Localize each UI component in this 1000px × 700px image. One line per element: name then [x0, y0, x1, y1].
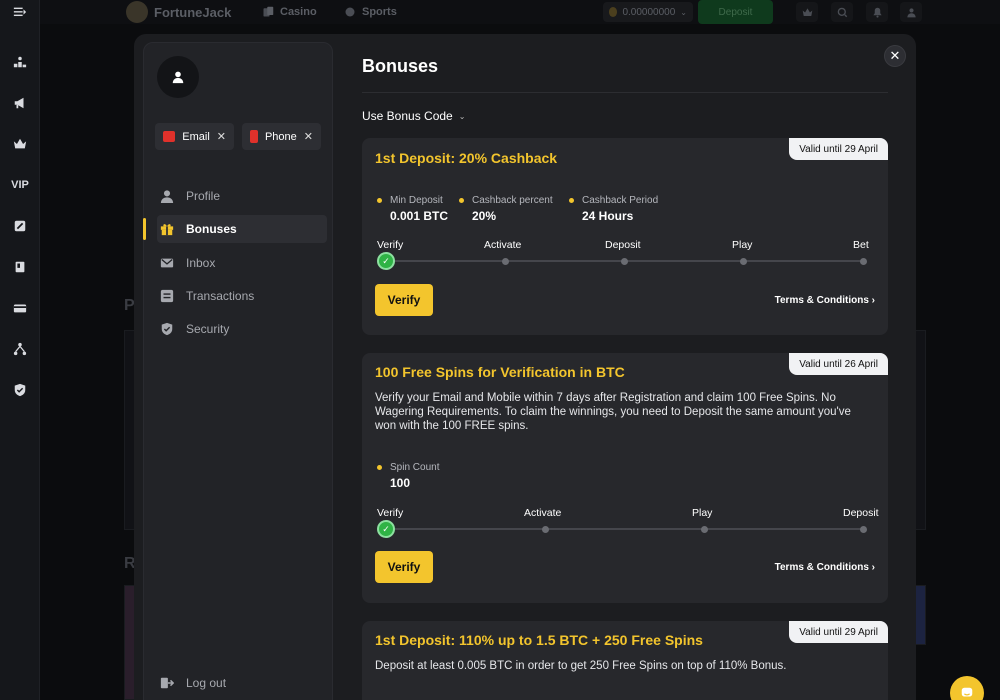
- bonus-code-toggle[interactable]: Use Bonus Code ⌄: [362, 109, 465, 123]
- crown-icon[interactable]: [0, 132, 40, 156]
- bonus-description: Verify your Email and Mobile within 7 da…: [375, 392, 851, 432]
- bullet-icon: [377, 198, 382, 203]
- unverified-x-icon: ✕: [303, 131, 313, 143]
- fairness-shield-icon[interactable]: [0, 378, 40, 402]
- shield-icon: [161, 322, 173, 336]
- deposit-button[interactable]: Deposit: [698, 0, 773, 24]
- live-chat-button[interactable]: [950, 676, 984, 700]
- bonus-title: 1st Deposit: 20% Cashback: [375, 150, 558, 166]
- avatar[interactable]: [157, 56, 199, 98]
- email-icon: [163, 131, 176, 142]
- bonus-card-cashback: Valid until 29 April 1st Deposit: 20% Ca…: [362, 138, 888, 335]
- chevron-down-icon: ⌄: [680, 7, 687, 17]
- topbar: FortuneJack Casino Sports 0.00000000 ⌄ D…: [40, 0, 1000, 24]
- progress-track: [386, 528, 864, 530]
- step-dot: [502, 258, 509, 265]
- validity-badge: Valid until 26 April: [789, 353, 888, 375]
- step-dot: [542, 526, 549, 533]
- bonus-card-free-spins: Valid until 26 April 100 Free Spins for …: [362, 353, 888, 603]
- search-icon[interactable]: [831, 2, 853, 22]
- gift-icon: [160, 224, 174, 236]
- crown-top-icon[interactable]: [796, 2, 818, 22]
- book-icon[interactable]: [0, 255, 40, 279]
- user-icon: [160, 190, 174, 203]
- promotions-icon[interactable]: [0, 91, 40, 115]
- terms-link[interactable]: Terms & Conditions ›: [775, 562, 875, 573]
- phone-icon: [250, 130, 258, 143]
- step-dot: [740, 258, 747, 265]
- bullet-icon: [459, 198, 464, 203]
- brand-name: FortuneJack: [154, 4, 232, 20]
- mail-icon: [160, 258, 174, 268]
- step-dot: [860, 526, 867, 533]
- terms-link[interactable]: Terms & Conditions ›: [775, 295, 875, 306]
- user-avatar-icon: [172, 71, 184, 84]
- btc-coin-icon: [609, 7, 618, 17]
- left-rail: VIP: [0, 0, 40, 700]
- transactions-icon: [160, 289, 174, 303]
- bell-icon[interactable]: [866, 2, 888, 22]
- step-dot: [860, 258, 867, 265]
- ball-icon: [345, 7, 355, 17]
- step-label: Bet: [853, 239, 869, 251]
- bullet-icon: [377, 465, 382, 470]
- affiliate-icon[interactable]: [0, 337, 40, 361]
- bonus-title: 1st Deposit: 110% up to 1.5 BTC + 250 Fr…: [375, 632, 703, 648]
- step-label: Deposit: [843, 507, 879, 519]
- wallet-icon[interactable]: [0, 296, 40, 320]
- bonus-title: 100 Free Spins for Verification in BTC: [375, 364, 625, 380]
- menu-toggle-icon[interactable]: [0, 0, 40, 24]
- cards-icon: [263, 6, 274, 17]
- brand-logo-icon: [126, 1, 148, 23]
- chat-icon: [961, 687, 973, 697]
- step-complete-check-icon: ✓: [377, 252, 395, 270]
- step-label: Verify: [377, 239, 404, 251]
- bonus-card-first-deposit: Valid until 29 April 1st Deposit: 110% u…: [362, 621, 888, 700]
- chevron-down-icon: ⌄: [458, 111, 466, 121]
- step-label: Play: [732, 239, 753, 251]
- bonus-description: Deposit at least 0.005 BTC in order to g…: [375, 660, 787, 672]
- page-title: Bonuses: [362, 56, 439, 76]
- unverified-x-icon: ✕: [216, 131, 226, 143]
- bullet-icon: [569, 198, 574, 203]
- account-icon[interactable]: [900, 2, 922, 22]
- step-label: Play: [692, 507, 713, 519]
- step-label: Deposit: [605, 239, 641, 251]
- email-verification-chip[interactable]: Email ✕: [155, 123, 234, 150]
- sidebar-item-inbox[interactable]: Inbox: [157, 249, 327, 277]
- verify-button[interactable]: Verify: [375, 284, 433, 316]
- step-dot: [621, 258, 628, 265]
- nav-casino[interactable]: Casino: [262, 0, 317, 24]
- nav-sports[interactable]: Sports: [344, 0, 397, 24]
- step-label: Activate: [484, 239, 522, 251]
- sidebar-item-profile[interactable]: Profile: [157, 182, 327, 210]
- step-label: Verify: [377, 507, 404, 519]
- step-dot: [701, 526, 708, 533]
- validity-badge: Valid until 29 April: [789, 621, 888, 643]
- sidebar-item-security[interactable]: Security: [157, 315, 327, 343]
- logout-icon: [160, 677, 174, 689]
- verify-button[interactable]: Verify: [375, 551, 433, 583]
- step-complete-check-icon: ✓: [377, 520, 395, 538]
- balance-selector[interactable]: 0.00000000 ⌄: [603, 2, 693, 22]
- rail-vip[interactable]: VIP: [0, 173, 40, 197]
- leaderboard-icon[interactable]: [0, 50, 40, 74]
- close-icon[interactable]: ✕: [884, 45, 906, 67]
- phone-verification-chip[interactable]: Phone ✕: [242, 123, 321, 150]
- sidebar-item-bonuses[interactable]: Bonuses: [157, 215, 327, 243]
- active-indicator: [143, 218, 146, 240]
- sidebar-item-transactions[interactable]: Transactions: [157, 282, 327, 310]
- divider: [362, 92, 888, 93]
- validity-badge: Valid until 29 April: [789, 138, 888, 160]
- logout-button[interactable]: Log out: [157, 676, 226, 690]
- brand-logo[interactable]: FortuneJack: [126, 0, 231, 24]
- step-label: Activate: [524, 507, 562, 519]
- sports-betting-icon[interactable]: [0, 214, 40, 238]
